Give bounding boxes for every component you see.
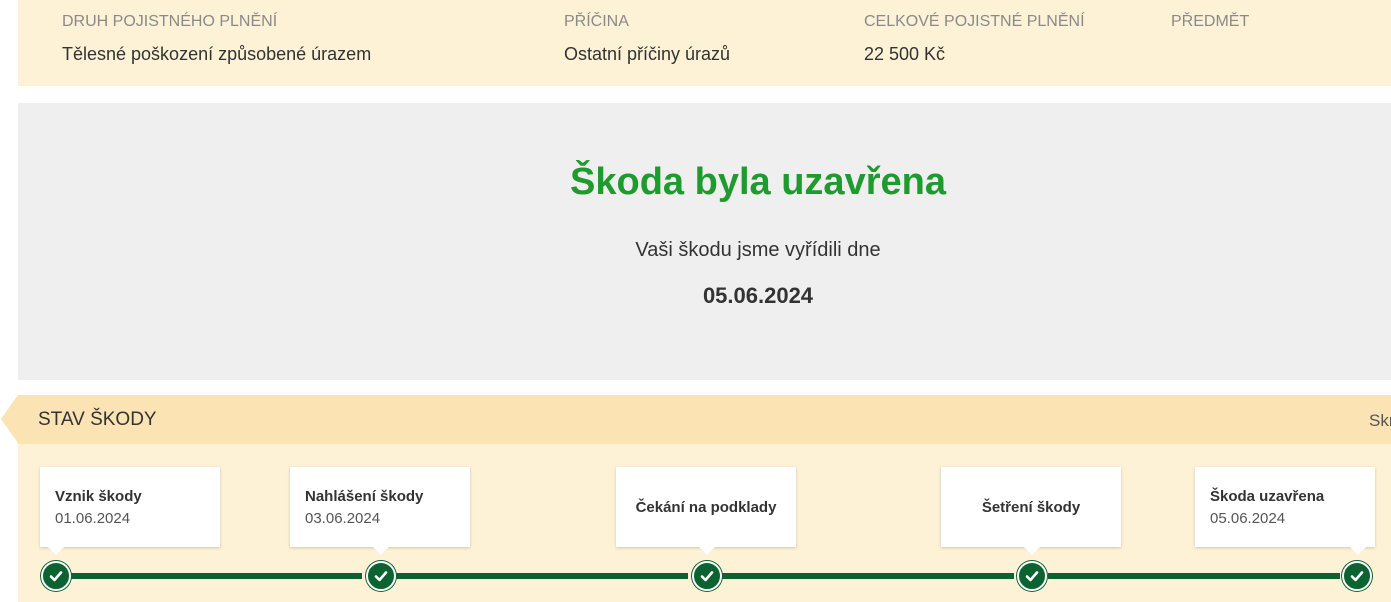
step-title: Čekání na podklady bbox=[635, 499, 777, 516]
timeline-connector bbox=[396, 573, 688, 579]
card-pointer bbox=[699, 547, 715, 555]
timeline-step-card: Šetření škody bbox=[941, 467, 1121, 555]
check-circle-icon bbox=[692, 561, 722, 591]
timeline-step-card: Čekání na podklady bbox=[616, 467, 796, 555]
card-pointer bbox=[48, 547, 64, 555]
step-date: 01.06.2024 bbox=[55, 510, 131, 527]
status-title: Škoda byla uzavřena bbox=[570, 161, 946, 203]
claim-status-panel: Škoda byla uzavřena Vaši škodu jsme vyří… bbox=[18, 103, 1391, 380]
card-pointer bbox=[1024, 547, 1040, 555]
timeline-step-card: Nahlášení škody 03.06.2024 bbox=[290, 467, 470, 555]
claim-info-panel: DRUH POJISTNÉHO PLNĚNÍ Tělesné poškození… bbox=[18, 0, 1391, 86]
timeline-connector bbox=[722, 573, 1014, 579]
step-date: 05.06.2024 bbox=[1210, 510, 1286, 527]
claim-detail-page: DRUH POJISTNÉHO PLNĚNÍ Tělesné poškození… bbox=[0, 0, 1391, 602]
info-value-cause: Ostatní příčiny úrazů bbox=[564, 44, 731, 64]
card-pointer bbox=[1350, 547, 1366, 555]
timeline-step-card: Škoda uzavřena 05.06.2024 bbox=[1195, 467, 1375, 555]
claim-state-header: STAV ŠKODY Skr bbox=[18, 395, 1391, 444]
card-pointer bbox=[373, 547, 389, 555]
info-value-type: Tělesné poškození způsobené úrazem bbox=[62, 44, 372, 64]
claim-state-title: STAV ŠKODY bbox=[38, 409, 157, 430]
timeline-step-card: Vznik škody 01.06.2024 bbox=[40, 467, 220, 555]
step-title: Šetření škody bbox=[981, 499, 1081, 516]
timeline-connector bbox=[1048, 573, 1340, 579]
step-title: Vznik škody bbox=[55, 488, 142, 505]
check-circle-icon bbox=[1017, 561, 1047, 591]
status-date: 05.06.2024 bbox=[702, 283, 814, 308]
status-subtitle: Vaši škodu jsme vyřídili dne bbox=[635, 239, 881, 261]
info-label-type: DRUH POJISTNÉHO PLNĚNÍ bbox=[62, 13, 278, 30]
step-title: Škoda uzavřena bbox=[1210, 488, 1325, 505]
check-circle-icon bbox=[41, 561, 71, 591]
info-label-subject: PŘEDMĚT bbox=[1171, 13, 1250, 30]
check-circle-icon bbox=[1342, 561, 1372, 591]
info-value-total: 22 500 Kč bbox=[864, 44, 946, 64]
timeline-connector bbox=[70, 573, 362, 579]
info-label-total: CELKOVÉ POJISTNÉ PLNĚNÍ bbox=[864, 13, 1085, 30]
arrow-left-icon bbox=[1, 395, 18, 443]
check-circle-icon bbox=[366, 561, 396, 591]
step-title: Nahlášení škody bbox=[305, 488, 424, 505]
hide-timeline-link[interactable]: Skr bbox=[1369, 411, 1391, 431]
info-label-cause: PŘÍČINA bbox=[564, 13, 629, 30]
step-date: 03.06.2024 bbox=[305, 510, 381, 527]
